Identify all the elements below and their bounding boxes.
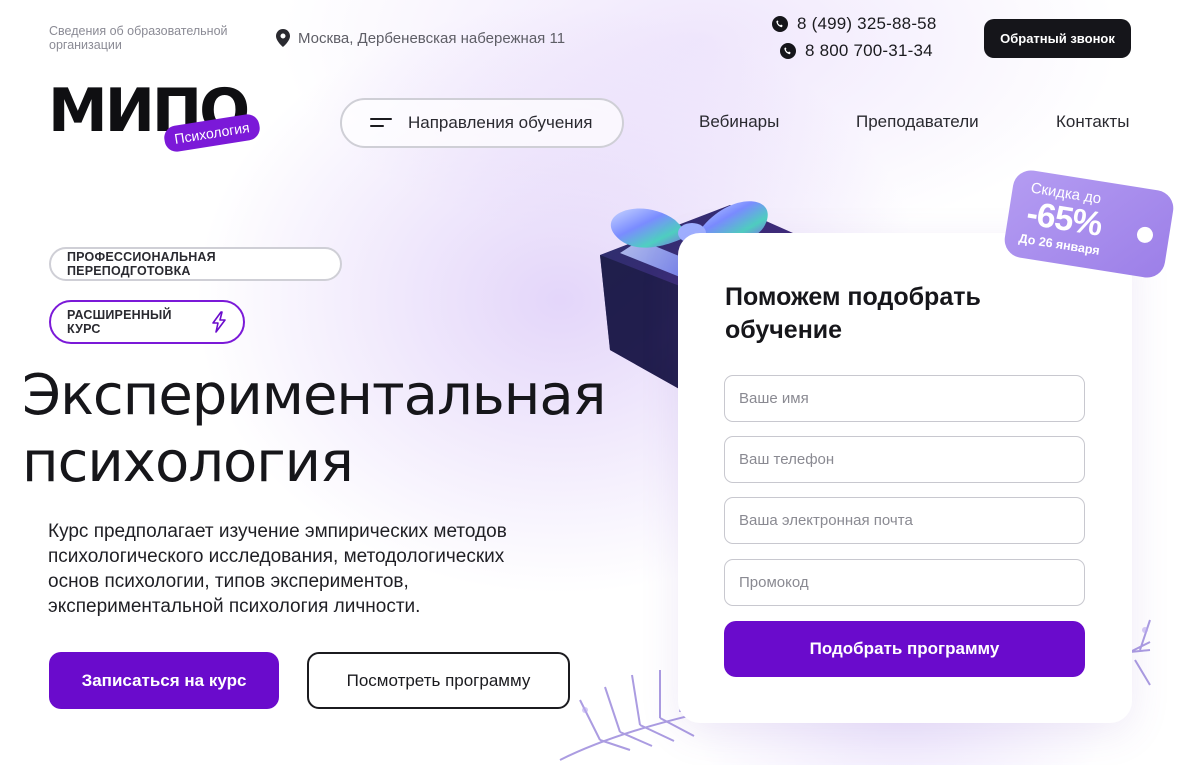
nav-link-contacts[interactable]: Контакты <box>1056 112 1129 132</box>
map-pin-icon <box>276 29 290 47</box>
nav-directions-label: Направления обучения <box>408 113 593 132</box>
org-info-link[interactable]: Сведения об образовательной организации <box>49 24 249 52</box>
phone-icon <box>772 16 788 32</box>
promo-code-input[interactable] <box>724 559 1085 606</box>
nav-link-webinars[interactable]: Вебинары <box>699 112 779 132</box>
nav-link-teachers[interactable]: Преподаватели <box>856 112 979 132</box>
phone-list: 8 (499) 325-88-58 8 800 700-31-34 <box>772 14 937 61</box>
nav-directions-button[interactable]: Направления обучения <box>340 98 624 148</box>
tag-professional-retraining: ПРОФЕССИОНАЛЬНАЯ ПЕРЕПОДГОТОВКА <box>49 247 342 281</box>
tag-extended-course: РАСШИРЕННЫЙ КУРС <box>49 300 245 344</box>
address-text: Москва, Дербеневская набережная 11 <box>298 29 566 47</box>
page-title-line-2: психология <box>22 430 354 495</box>
enroll-button[interactable]: Записаться на курс <box>49 652 279 709</box>
phone-input[interactable] <box>724 436 1085 483</box>
form-title: Поможем подобрать обучение <box>725 283 981 344</box>
phone-number-2[interactable]: 8 800 700-31-34 <box>780 41 937 61</box>
view-program-button[interactable]: Посмотреть программу <box>307 652 570 709</box>
logo[interactable]: МИПО Психология <box>48 76 268 157</box>
course-description: Курс предполагает изучение эмпирических … <box>48 521 507 617</box>
phone-number-1[interactable]: 8 (499) 325-88-58 <box>772 14 937 34</box>
tag-extended-label: РАСШИРЕННЫЙ КУРС <box>67 308 172 336</box>
phone-icon <box>780 43 796 59</box>
page-title: Экспериментальная психология <box>22 362 662 496</box>
phone-number-2-text: 8 800 700-31-34 <box>805 41 933 60</box>
email-input[interactable] <box>724 497 1085 544</box>
burger-menu-icon <box>370 117 392 129</box>
lead-form-card: Поможем подобрать обучение Подобрать про… <box>678 233 1132 723</box>
tag-hole <box>1135 225 1155 245</box>
phone-number-1-text: 8 (499) 325-88-58 <box>797 14 937 33</box>
lightning-bolt-icon <box>211 311 227 333</box>
page-title-line-1: Экспериментальная <box>22 363 606 428</box>
find-program-button[interactable]: Подобрать программу <box>724 621 1085 677</box>
callback-button[interactable]: Обратный звонок <box>984 19 1131 58</box>
address: Москва, Дербеневская набережная 11 <box>276 29 565 47</box>
name-input[interactable] <box>724 375 1085 422</box>
